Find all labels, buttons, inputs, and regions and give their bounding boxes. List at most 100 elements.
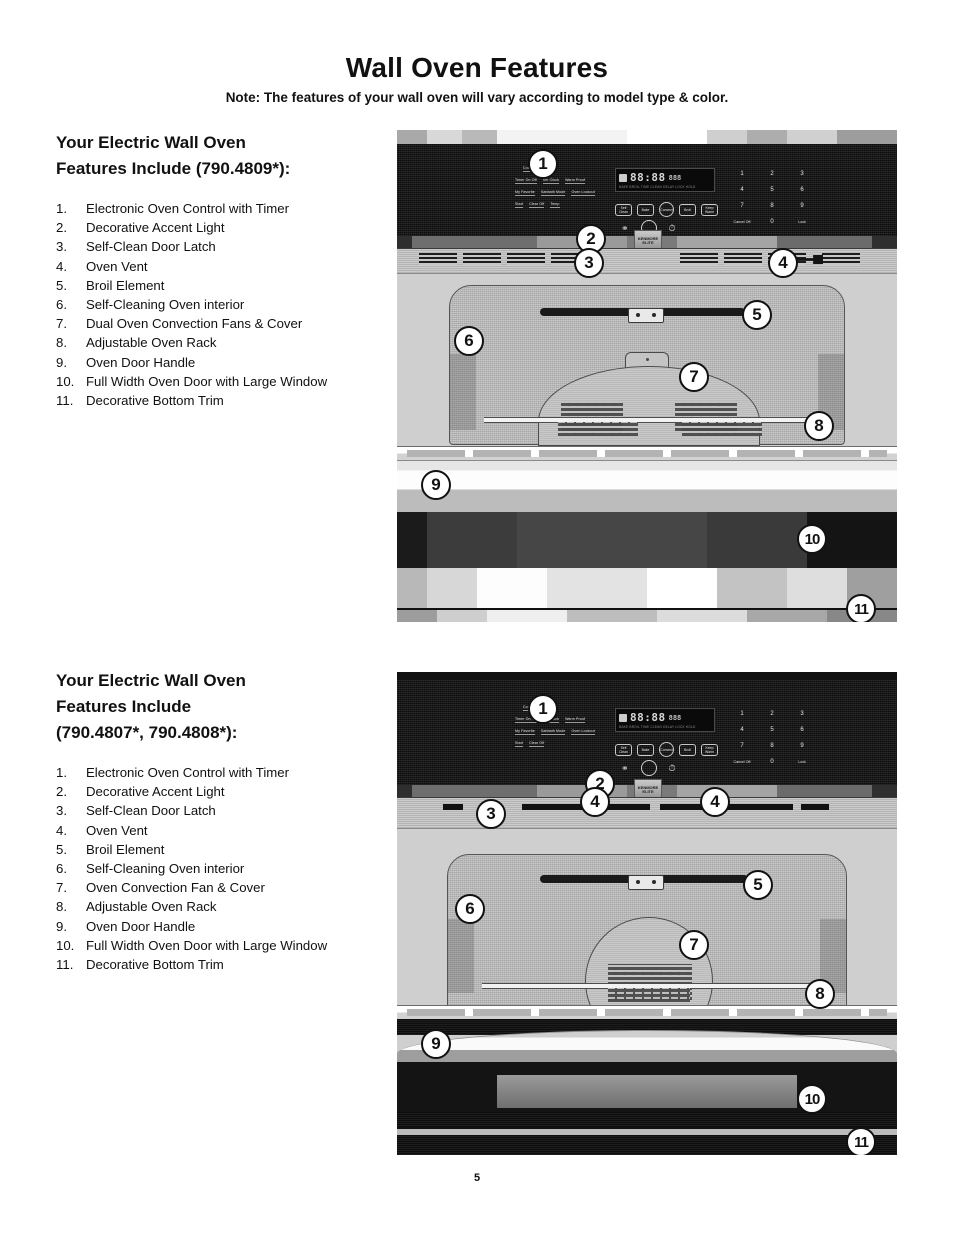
list-item-number: 4. [56, 822, 67, 838]
soft-key-convect[interactable]: Convect [659, 742, 674, 757]
timer-icon[interactable]: ⏱ [669, 763, 676, 773]
light-icon[interactable]: ⚭ [621, 223, 629, 233]
callout-6: 6 [455, 894, 485, 924]
list-item: 1. Electronic Oven Control with Timer [56, 763, 386, 782]
list-item-number: 8. [56, 899, 67, 915]
keypad-cancel-off[interactable]: Cancel Off [727, 214, 757, 230]
soft-key-broil[interactable]: Broil [679, 203, 696, 216]
callout-7: 7 [679, 930, 709, 960]
keypad-5[interactable]: 5 [757, 722, 787, 738]
callout-5: 5 [742, 300, 772, 330]
pad-start[interactable]: Start [515, 741, 524, 747]
keypad-cancel-off[interactable]: Cancel Off [727, 754, 757, 770]
pad-oven-lockout[interactable]: Oven Lockout [571, 190, 595, 196]
lower-perforation-left [558, 422, 638, 436]
list-item-number: 5. [56, 841, 67, 857]
soft-key-broil[interactable]: Broil [679, 743, 696, 756]
pad-label-row: My Favorite Sabbath Mode Oven Lockout [515, 729, 595, 735]
icon-key-row: ⚭ ⏱ [621, 760, 676, 776]
timer-icon[interactable]: ⏱ [669, 223, 676, 233]
list-item: 5. Broil Element [56, 276, 386, 295]
keypad-8[interactable]: 8 [757, 198, 787, 214]
dial-icon[interactable] [640, 760, 657, 776]
list-item-number: 6. [56, 297, 67, 313]
lower-perforation-right [682, 422, 762, 436]
pad-my-favorite[interactable]: My Favorite [515, 190, 535, 196]
keypad-lock[interactable]: Lock [787, 754, 817, 770]
soft-key-self-clean[interactable]: Self Clean [615, 203, 632, 216]
callout-11: 11 [846, 594, 876, 622]
oven-cavity [447, 854, 847, 1045]
keypad-lock[interactable]: Lock [787, 214, 817, 230]
keypad-8[interactable]: 8 [757, 738, 787, 754]
keypad-2[interactable]: 2 [757, 706, 787, 722]
keypad-0[interactable]: 0 [757, 214, 787, 230]
light-icon[interactable]: ⚭ [621, 763, 629, 773]
pad-set-clock[interactable]: Set Clock [542, 178, 560, 184]
keypad-5[interactable]: 5 [757, 182, 787, 198]
pad-timer[interactable]: Timer On Off [515, 178, 537, 184]
lower-perforation [608, 988, 690, 1002]
keypad-6[interactable]: 6 [787, 722, 817, 738]
pad-clear-off[interactable]: Clear Off [529, 741, 545, 747]
keypad-0[interactable]: 0 [757, 754, 787, 770]
keypad-1[interactable]: 1 [727, 166, 757, 182]
soft-key-keep-warm[interactable]: Keep Warm [701, 203, 718, 216]
keypad-7[interactable]: 7 [727, 738, 757, 754]
keypad-2[interactable]: 2 [757, 166, 787, 182]
soft-key-self-clean[interactable]: Self Clean [615, 743, 632, 756]
cavity-side-shade [450, 354, 476, 430]
cavity-side-shade [448, 919, 474, 993]
keypad-4[interactable]: 4 [727, 182, 757, 198]
list-item: 9. Oven Door Handle [56, 353, 386, 372]
soft-key-convect[interactable]: Convect [659, 202, 674, 217]
list-item: 4. Oven Vent [56, 821, 386, 840]
pad-clear-off[interactable]: Clear Off [529, 202, 545, 208]
list-item-number: 2. [56, 220, 67, 236]
pad-sabbath[interactable]: Sabbath Mode [540, 729, 566, 735]
pad-my-favorite[interactable]: My Favorite [515, 729, 535, 735]
callout-7: 7 [679, 362, 709, 392]
led-status-text: BAKE BROIL TIME CLEAN DELAY LOCK HOLD [619, 725, 696, 729]
page-title: Wall Oven Features [345, 52, 609, 83]
list-item-number: 1. [56, 201, 67, 216]
oven-vent-row [397, 248, 897, 274]
soft-key-keep-warm[interactable]: Keep Warm [701, 743, 718, 756]
list-item-number: 7. [56, 316, 67, 332]
list-item: 11. Decorative Bottom Trim [56, 955, 386, 974]
callout-9: 9 [421, 1029, 451, 1059]
list-item: 6. Self-Cleaning Oven interior [56, 859, 386, 878]
soft-key-bake[interactable]: Bake [637, 203, 654, 216]
keypad-9[interactable]: 9 [787, 198, 817, 214]
keypad-1[interactable]: 1 [727, 706, 757, 722]
list-item-number: 6. [56, 861, 67, 877]
decorative-bottom-trim [397, 608, 897, 622]
pad-start[interactable]: Start [515, 202, 524, 208]
section-2-heading-line2: Features Include [56, 697, 192, 716]
pad-temp[interactable]: Temp [550, 202, 560, 208]
oven-door-handle[interactable] [397, 460, 897, 514]
pad-warm-proof[interactable]: Warm Proof [565, 717, 586, 723]
list-item: 11. Decorative Bottom Trim [56, 391, 386, 410]
keypad-4[interactable]: 4 [727, 722, 757, 738]
list-item: 7. Oven Convection Fan & Cover [56, 878, 386, 897]
callout-4b: 4 [700, 787, 730, 817]
broil-element-bracket [628, 308, 664, 323]
keypad-9[interactable]: 9 [787, 738, 817, 754]
callout-3: 3 [476, 799, 506, 829]
keypad-7[interactable]: 7 [727, 198, 757, 214]
pad-warm-proof[interactable]: Warm Proof [565, 178, 586, 184]
top-trim [397, 130, 897, 145]
keypad-3[interactable]: 3 [787, 166, 817, 182]
list-item-label: Self-Cleaning Oven interior [86, 297, 245, 313]
list-item-label: Electronic Oven Control with Timer [86, 201, 290, 216]
pad-oven-lockout[interactable]: Oven Lockout [571, 729, 595, 735]
soft-key-bake[interactable]: Bake [637, 743, 654, 756]
keypad-3[interactable]: 3 [787, 706, 817, 722]
section-2-heading-line1: Your Electric Wall Oven [56, 671, 246, 690]
control-panel: x Cook Time Stop Timer On Off Set Clock … [397, 680, 897, 785]
list-item-number: 9. [56, 354, 67, 370]
pad-sabbath[interactable]: Sabbath Mode [540, 190, 566, 196]
pad-label-row: Timer On Off Set Clock Warm Proof [515, 178, 595, 184]
keypad-6[interactable]: 6 [787, 182, 817, 198]
